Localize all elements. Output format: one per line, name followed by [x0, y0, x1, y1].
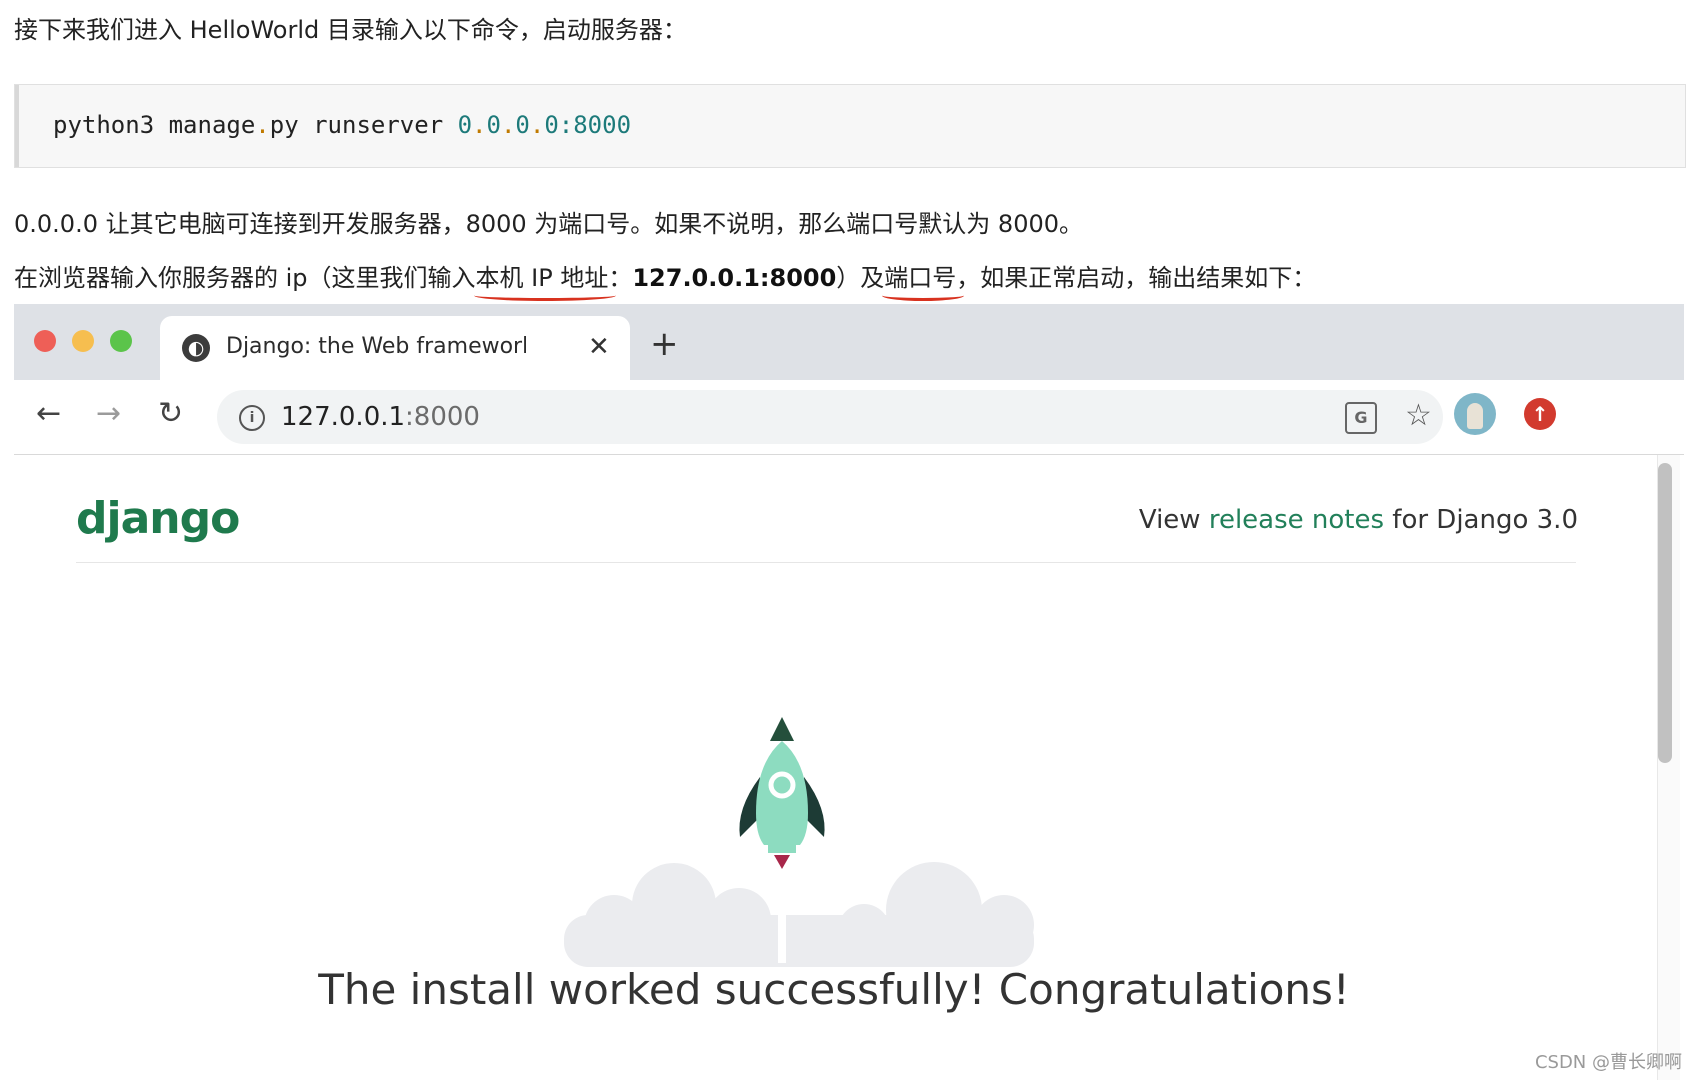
code-ip: 0 — [515, 111, 530, 139]
profile-avatar[interactable] — [1454, 393, 1496, 435]
tab-close-icon[interactable]: ✕ — [588, 330, 610, 364]
underlined-port-text: 端口号 — [882, 258, 965, 301]
window-minimize-button[interactable] — [72, 330, 94, 352]
para2-text: 在浏览器输入你服务器的 ip（这里我们输入 — [14, 264, 476, 292]
watermark-text: CSDN @曹长卿啊 — [1534, 1052, 1682, 1073]
release-post: for Django 3.0 — [1384, 505, 1578, 535]
paragraph-1: 0.0.0.0 让其它电脑可连接到开发服务器，8000 为端口号。如果不说明，那… — [14, 210, 1084, 238]
code-dot: . — [255, 111, 270, 139]
code-line: python3 manage.py runserver 0.0.0.0:8000 — [53, 111, 632, 139]
release-pre: View — [1138, 505, 1209, 535]
release-notes-text: View release notes for Django 3.0 — [1139, 505, 1578, 535]
new-tab-button[interactable]: + — [650, 326, 679, 362]
code-command: python3 manage — [53, 111, 256, 139]
success-headline: The install worked successfully! Congrat… — [318, 965, 1350, 1014]
url-text[interactable]: 127.0.0.1:8000 — [281, 402, 480, 432]
intro-text: 接下来我们进入 HelloWorld 目录输入以下命令，启动服务器： — [14, 16, 687, 44]
translate-icon[interactable]: G — [1345, 402, 1377, 434]
update-arrow-icon[interactable]: ↑ — [1524, 398, 1556, 430]
django-logo[interactable]: django — [76, 493, 240, 544]
bold-address: 127.0.0.1:8000 — [632, 264, 837, 292]
bookmark-star-icon[interactable]: ☆ — [1405, 398, 1432, 434]
scrollbar-track[interactable] — [1657, 455, 1680, 1080]
browser-toolbar: ← → ↻ i 127.0.0.1:8000 G ☆ ↑ — [14, 380, 1684, 455]
code-ip: 0 — [544, 111, 559, 139]
window-maximize-button[interactable] — [110, 330, 132, 352]
back-arrow-icon[interactable]: ← — [36, 394, 61, 434]
release-notes-link[interactable]: release notes — [1209, 505, 1384, 535]
code-command-rest: py runserver — [269, 111, 458, 139]
window-close-button[interactable] — [34, 330, 56, 352]
url-port: :8000 — [405, 402, 480, 432]
page-content: django View release notes for Django 3.0 — [14, 455, 1684, 1080]
code-ip: 0 — [486, 111, 501, 139]
underlined-ip-text: 本机 IP 地址 — [473, 258, 617, 301]
rocket-icon — [739, 717, 825, 869]
globe-icon: ◐ — [182, 334, 210, 362]
reload-icon[interactable]: ↻ — [158, 394, 183, 434]
header-divider — [76, 562, 1576, 563]
code-ip: 0 — [457, 111, 473, 139]
tab-title: Django: the Web framework for — [226, 334, 526, 359]
rocket-illustration — [564, 717, 1034, 967]
info-icon[interactable]: i — [239, 405, 265, 431]
para2-text: ，如果正常启动，输出结果如下： — [956, 264, 1317, 292]
forward-arrow-icon[interactable]: → — [96, 394, 121, 434]
tab-bar: ◐ Django: the Web framework for ✕ + — [14, 304, 1684, 380]
address-bar[interactable]: i 127.0.0.1:8000 G ☆ — [217, 390, 1443, 444]
url-host: 127.0.0.1 — [281, 402, 406, 432]
scrollbar-thumb[interactable] — [1658, 463, 1672, 763]
browser-window: ◐ Django: the Web framework for ✕ + ← → … — [14, 304, 1684, 1080]
cloud-icon — [564, 862, 1034, 967]
browser-tab[interactable]: ◐ Django: the Web framework for ✕ — [160, 316, 630, 380]
code-block: python3 manage.py runserver 0.0.0.0:8000 — [14, 84, 1686, 168]
paragraph-2: 在浏览器输入你服务器的 ip（这里我们输入本机 IP 地址：127.0.0.1:… — [14, 258, 1317, 301]
para2-colon: ： — [608, 264, 633, 292]
para2-text: ）及 — [836, 264, 885, 292]
code-port: 8000 — [573, 111, 632, 139]
